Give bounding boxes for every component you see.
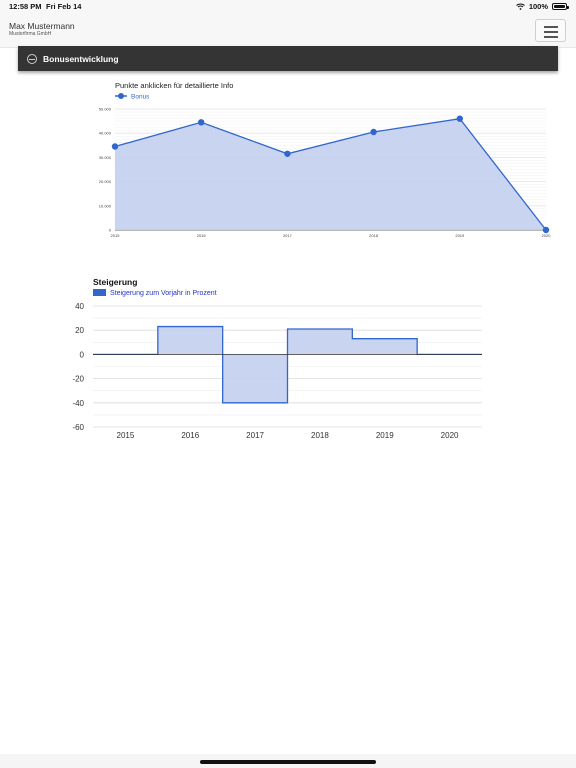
chart1-data-point: [370, 128, 377, 136]
chart2-y-tick-label: 0: [80, 350, 85, 359]
chart1-subtitle: Punkte anklicken für detaillierte Info: [115, 81, 233, 90]
chart2-x-tick-label: 2017: [246, 431, 264, 440]
chart1-data-point: [456, 115, 463, 122]
chart1-data-point: [284, 150, 291, 157]
charts-canvas: Punkte anklicken für detaillierte Info Bo…: [72, 81, 552, 440]
chart1-data-point: [111, 143, 119, 150]
chart1-y-tick-label: 50.000: [99, 107, 112, 112]
chart2-y-tick-label: -60: [72, 423, 84, 432]
chart2-x-tick-label: 2018: [311, 431, 329, 440]
chart1-y-tick-label: 20.000: [99, 179, 112, 184]
chart2-y-tick-label: -40: [72, 399, 84, 408]
chart2-title: Steigerung: [93, 277, 137, 287]
chart2-x-tick-label: 2015: [117, 431, 135, 440]
chart2-x-tick-label: 2016: [181, 431, 199, 440]
chart1-x-tick-label: 2015: [111, 233, 121, 238]
chart1-data-point: [198, 119, 205, 126]
chart1-area: [115, 118, 546, 230]
legend-marker-icon: [118, 93, 124, 99]
chart1-x-tick-label: 2016: [197, 233, 207, 238]
chart2-x-tick-label: 2019: [376, 431, 394, 440]
app-screen: 12:58 PM Fri Feb 14 100% Max Mustermann …: [0, 0, 576, 768]
chart1-x-tick-label: 2018: [369, 233, 379, 238]
chart2-y-tick-label: -20: [72, 375, 84, 384]
chart1-x-tick-label: 2017: [283, 233, 293, 238]
chart2-legend-label: Steigerung zum Vorjahr in Prozent: [110, 290, 217, 297]
legend-swatch-icon: [93, 289, 106, 296]
chart1-x-tick-label: 2019: [455, 233, 465, 238]
chart2-x-tick-label: 2020: [441, 431, 459, 440]
home-indicator: [200, 760, 376, 764]
chart2-step-line: [93, 325, 482, 404]
chart1-legend-label: Bonus: [131, 94, 150, 101]
chart1-y-tick-label: 40.000: [99, 131, 112, 136]
chart2-y-tick-label: 20: [75, 326, 84, 335]
chart1-y-tick-label: 10.000: [99, 203, 112, 208]
chart1-x-tick-label: 2020: [542, 233, 552, 238]
chart1-y-tick-label: 0: [109, 228, 112, 233]
chart1-y-tick-label: 30.000: [99, 155, 112, 160]
chart2-y-tick-label: 40: [75, 302, 84, 311]
